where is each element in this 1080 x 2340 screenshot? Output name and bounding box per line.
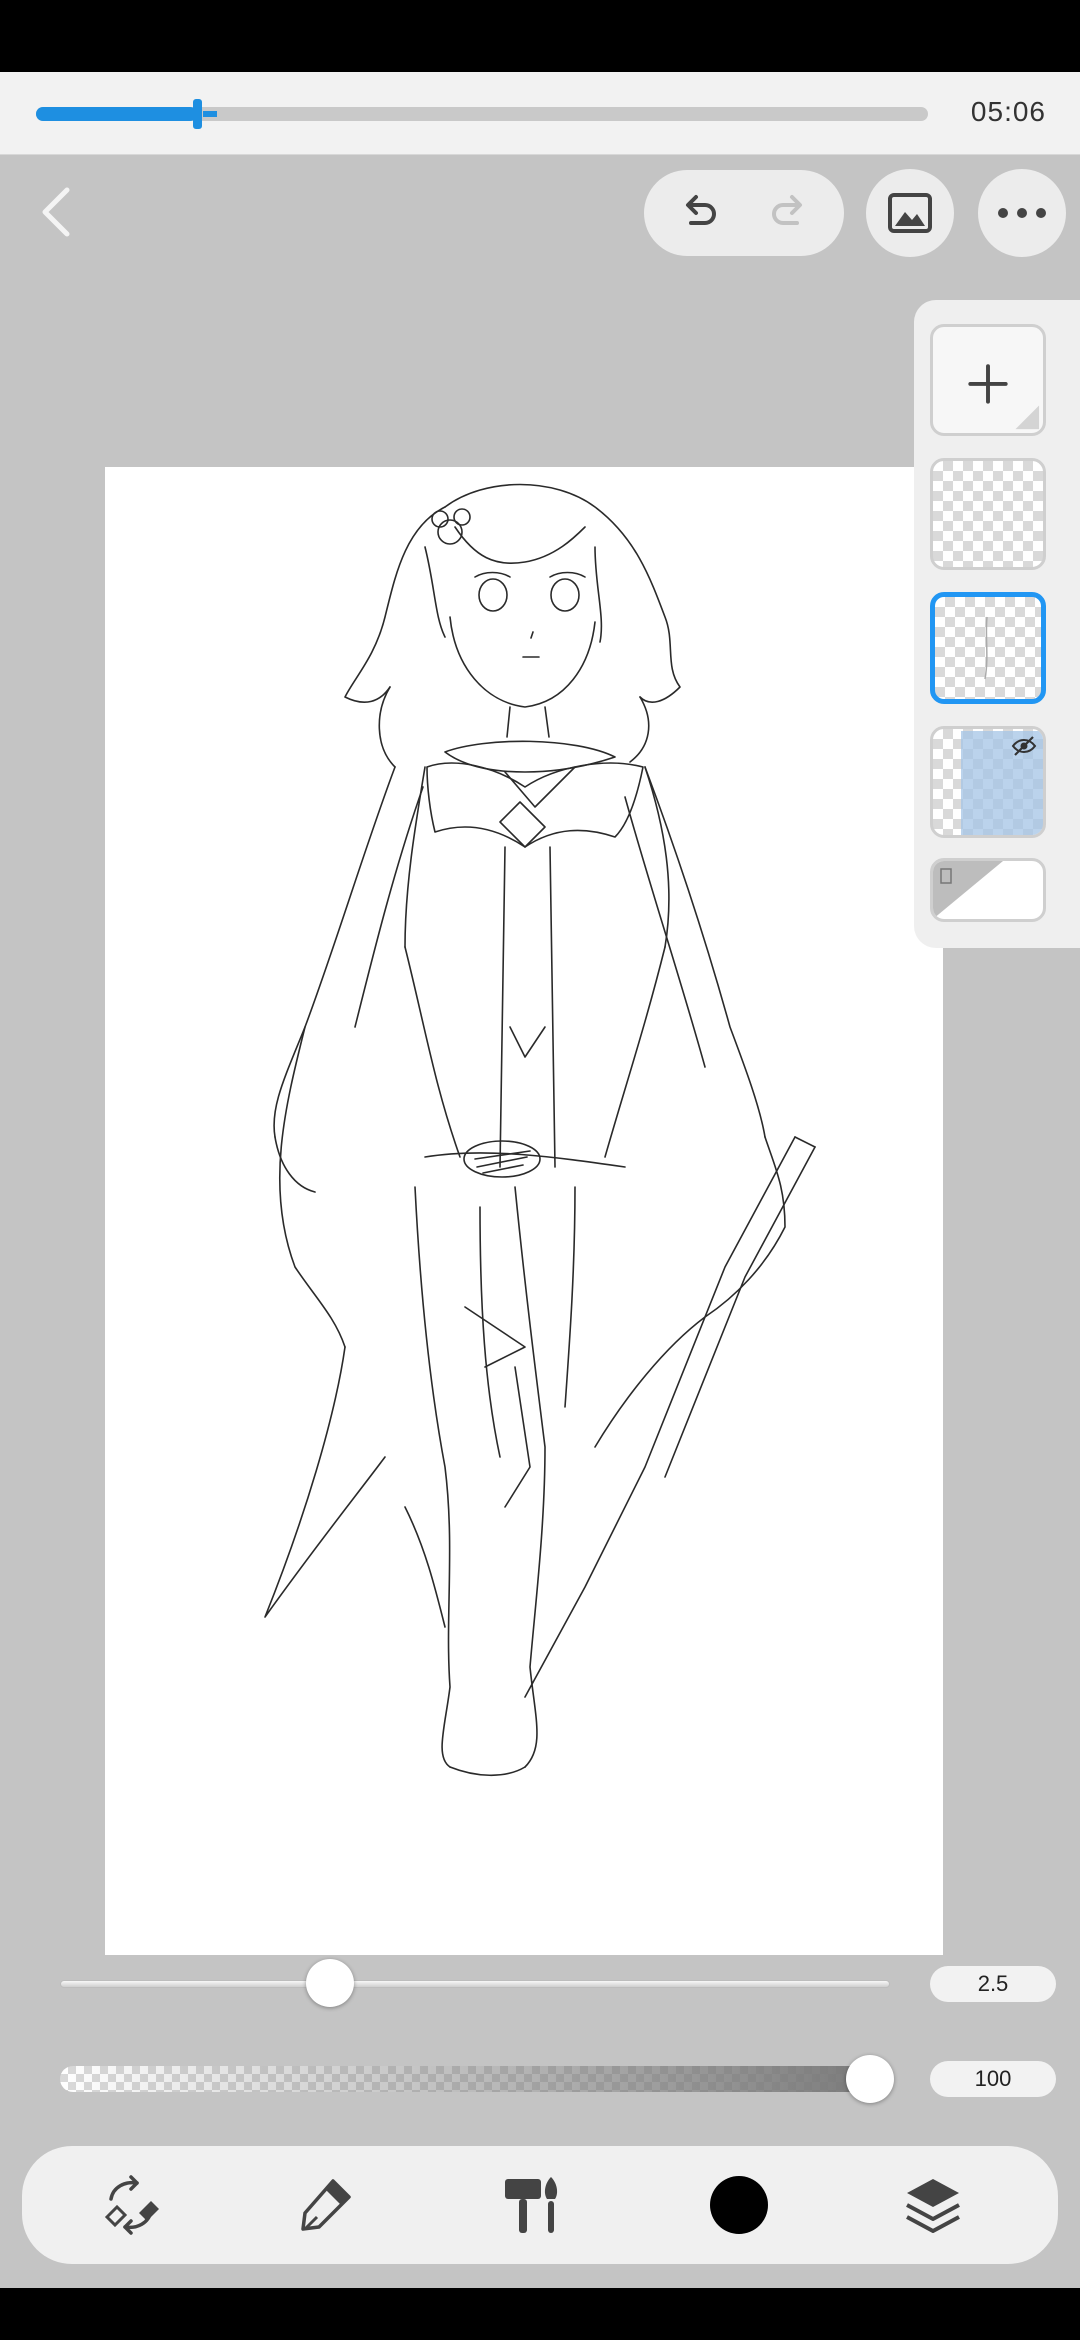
brush-opacity-track: [60, 2066, 890, 2092]
background-layer[interactable]: [930, 858, 1046, 922]
brush-tools-button[interactable]: [492, 2164, 574, 2246]
gallery-icon: [888, 193, 932, 233]
brush-size-knob[interactable]: [306, 1959, 354, 2007]
layer-thumbnail-selected[interactable]: [930, 592, 1046, 704]
brush-opacity-value[interactable]: 100: [930, 2061, 1056, 2097]
undo-redo-group: [644, 170, 844, 256]
sketch-drawing: [264, 483, 816, 1777]
replay-timeline: 05:06: [0, 72, 1080, 155]
transform-swap-icon: [104, 2175, 159, 2235]
more-button[interactable]: [978, 169, 1066, 257]
brush-size-value[interactable]: 2.5: [930, 1966, 1056, 2002]
redo-button[interactable]: [764, 188, 814, 238]
timeline-handle[interactable]: [193, 99, 202, 129]
layers-panel: [914, 300, 1080, 948]
add-layer-icon: [968, 364, 1040, 430]
brush-size-track: [60, 1980, 890, 1988]
pen-icon: [301, 2179, 351, 2231]
transform-tool-button[interactable]: [90, 2164, 172, 2246]
undo-icon: [686, 195, 716, 225]
timeline-track[interactable]: [36, 99, 928, 129]
drawing-canvas[interactable]: [105, 467, 943, 1955]
layer-thumbnail-hidden[interactable]: [930, 726, 1046, 838]
pen-tool-button[interactable]: [284, 2164, 366, 2246]
brush-tools-icon: [505, 2177, 558, 2233]
color-picker-button[interactable]: [698, 2164, 780, 2246]
redo-icon: [772, 195, 802, 225]
brush-opacity-slider[interactable]: [60, 2055, 894, 2103]
gallery-button[interactable]: [866, 169, 954, 257]
status-bar: [0, 0, 1080, 72]
back-button[interactable]: [30, 180, 84, 244]
paper-layer-icon: [933, 861, 1003, 919]
brush-opacity-knob[interactable]: [846, 2055, 894, 2103]
timeline-handle-tail: [203, 111, 217, 117]
layers-icon: [906, 2179, 960, 2233]
back-icon: [42, 187, 70, 237]
layer-preview: [984, 616, 988, 680]
timeline-time: 05:06: [970, 96, 1046, 127]
layer-thumbnail[interactable]: [930, 458, 1046, 570]
timeline-progress: [36, 107, 197, 121]
undo-button[interactable]: [674, 188, 724, 238]
layers-button[interactable]: [892, 2164, 974, 2246]
add-layer-button[interactable]: [930, 324, 1046, 436]
current-color-swatch: [710, 2176, 768, 2234]
hidden-eye-icon[interactable]: [1011, 735, 1037, 757]
bottom-toolbar: [22, 2146, 1058, 2264]
brush-size-slider[interactable]: [60, 1959, 890, 2007]
navigation-bar: [0, 2288, 1080, 2340]
more-icon: [998, 208, 1046, 218]
